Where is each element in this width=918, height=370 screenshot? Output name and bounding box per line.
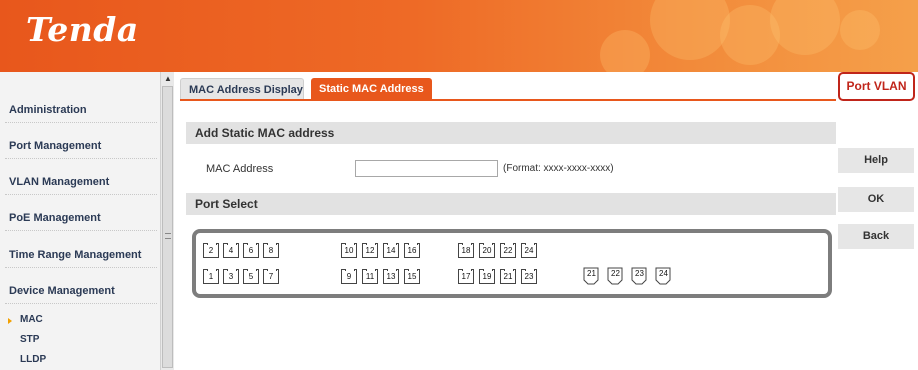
sidebar-item-administration[interactable]: Administration [9, 104, 87, 116]
combo-port-23[interactable]: 23 [631, 267, 648, 283]
port-3[interactable]: 3 [223, 269, 239, 284]
tab-underline [180, 99, 836, 101]
add-static-mac-section-title: Add Static MAC address [186, 122, 836, 144]
sidebar-subitem-stp[interactable]: STP [20, 334, 39, 345]
back-button[interactable]: Back [838, 224, 914, 249]
combo-port-21[interactable]: 21 [583, 267, 600, 283]
sidebar-item-time-range-management[interactable]: Time Range Management [9, 249, 141, 261]
sidebar-item-device-management[interactable]: Device Management [9, 285, 115, 297]
port-2[interactable]: 2 [203, 243, 219, 258]
decorative-bubble [770, 0, 840, 55]
tab-mac-address-display[interactable]: MAC Address Display [180, 78, 304, 100]
decorative-bubble [650, 0, 730, 60]
port-22[interactable]: 22 [500, 243, 516, 258]
port-14[interactable]: 14 [383, 243, 399, 258]
sidebar-divider [5, 194, 157, 195]
port-23[interactable]: 23 [521, 269, 537, 284]
tab-static-mac-address[interactable]: Static MAC Address [311, 78, 432, 100]
sidebar-item-vlan-management[interactable]: VLAN Management [9, 176, 109, 188]
port-19[interactable]: 19 [479, 269, 495, 284]
mac-address-label: MAC Address [206, 163, 274, 175]
help-button[interactable]: Help [838, 148, 914, 173]
port-24[interactable]: 24 [521, 243, 537, 258]
port-15[interactable]: 15 [404, 269, 420, 284]
scroll-up-icon[interactable]: ▲ [163, 74, 173, 84]
scroll-grip-icon [165, 233, 171, 239]
port-16[interactable]: 16 [404, 243, 420, 258]
port-9[interactable]: 9 [341, 269, 357, 284]
header-banner: Tenda [0, 0, 918, 72]
port-17[interactable]: 17 [458, 269, 474, 284]
sidebar-divider [5, 303, 157, 304]
port-select-panel: 2 4 6 8 10 12 14 16 18 20 22 24 1 3 5 7 … [192, 229, 832, 298]
decorative-bubble [600, 30, 650, 72]
port-12[interactable]: 12 [362, 243, 378, 258]
port-11[interactable]: 11 [362, 269, 378, 284]
port-select-section-title: Port Select [186, 193, 836, 215]
sidebar-subitem-mac[interactable]: MAC [20, 314, 43, 325]
combo-port-22[interactable]: 22 [607, 267, 624, 283]
port-vlan-button[interactable]: Port VLAN [838, 72, 915, 101]
port-20[interactable]: 20 [479, 243, 495, 258]
port-4[interactable]: 4 [223, 243, 239, 258]
sidebar-item-poe-management[interactable]: PoE Management [9, 212, 101, 224]
sidebar-divider [5, 122, 157, 123]
port-8[interactable]: 8 [263, 243, 279, 258]
mac-format-hint: (Format: xxxx-xxxx-xxxx) [503, 163, 614, 174]
port-10[interactable]: 10 [341, 243, 357, 258]
sidebar-divider [5, 230, 157, 231]
port-21[interactable]: 21 [500, 269, 516, 284]
sidebar-divider [5, 267, 157, 268]
scrollbar-thumb[interactable] [162, 86, 173, 368]
port-7[interactable]: 7 [263, 269, 279, 284]
port-13[interactable]: 13 [383, 269, 399, 284]
mac-address-input[interactable] [355, 160, 498, 177]
sidebar-divider [5, 158, 157, 159]
port-6[interactable]: 6 [243, 243, 259, 258]
sidebar: Administration Port Management VLAN Mana… [0, 72, 174, 370]
port-1[interactable]: 1 [203, 269, 219, 284]
sidebar-subitem-lldp[interactable]: LLDP [20, 354, 46, 365]
combo-port-24[interactable]: 24 [655, 267, 672, 283]
ok-button[interactable]: OK [838, 187, 914, 212]
sidebar-item-port-management[interactable]: Port Management [9, 140, 101, 152]
active-item-marker [8, 318, 12, 324]
port-18[interactable]: 18 [458, 243, 474, 258]
brand-logo: Tenda [26, 10, 139, 49]
port-5[interactable]: 5 [243, 269, 259, 284]
decorative-bubble [840, 10, 880, 50]
sidebar-scrollbar[interactable]: ▲ [160, 72, 174, 370]
